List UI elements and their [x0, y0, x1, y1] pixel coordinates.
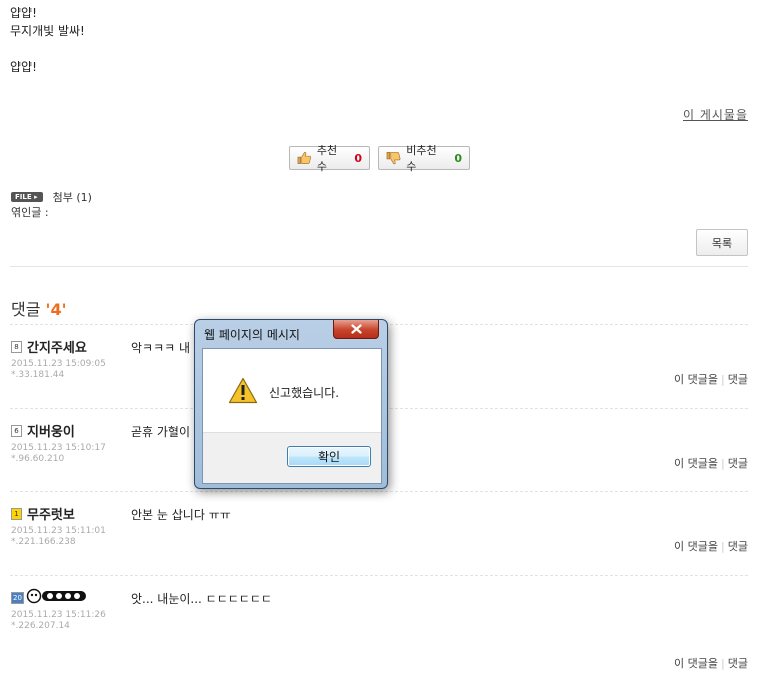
reply-link[interactable]: 댓글: [728, 657, 748, 670]
divider: [10, 266, 748, 267]
comment-date: 2015.11.23 15:10:17: [11, 443, 106, 453]
post-body: 얍얍! 무지개빛 발싸! 얍얍!: [10, 4, 85, 76]
alert-dialog: 웹 페이지의 메시지 신고했습니다. 확인: [194, 319, 388, 489]
comment-author[interactable]: 지버웅이: [27, 421, 75, 440]
comment-author[interactable]: 무주럿보: [27, 504, 75, 523]
recommend-count: 0: [354, 151, 362, 165]
comment-actions: 이 댓글을 | 댓글: [674, 657, 748, 670]
reply-link[interactable]: 댓글: [728, 373, 748, 386]
comment-ip: *.33.181.44: [11, 370, 65, 380]
comment-date: 2015.11.23 15:09:05: [11, 359, 106, 369]
thumbs-up-icon: [297, 151, 311, 164]
level-icon: 20: [11, 592, 24, 604]
dialog-message: 신고했습니다.: [269, 386, 340, 400]
dialog-body: 신고했습니다. 확인: [202, 348, 382, 484]
not-recommend-count: 0: [454, 151, 462, 165]
comment-menu-link[interactable]: 이 댓글을: [674, 540, 718, 553]
thumbs-down-icon: [386, 151, 401, 165]
comment-ip: *.226.207.14: [11, 621, 70, 631]
post-line: 얍얍!: [10, 6, 37, 20]
comment-ip: *.96.60.210: [11, 454, 65, 464]
ok-button[interactable]: 확인: [287, 446, 371, 467]
comment-text: 앗... 내눈이... ㄷㄷㄷㄷㄷㄷ: [131, 592, 272, 606]
comment-text: 안본 눈 삽니다 ㅠㅠ: [131, 508, 231, 522]
comment-text: 곧휴 가혈이: [131, 425, 191, 439]
list-button[interactable]: 목록: [696, 229, 748, 256]
dialog-title: 웹 페이지의 메시지: [204, 328, 300, 342]
level-icon: 8: [11, 341, 22, 353]
comment-date: 2015.11.23 15:11:26: [11, 610, 106, 620]
reply-link[interactable]: 댓글: [728, 540, 748, 553]
comment-item: 20 2015.11.23 15:11:26 *.226.207.14 앗...…: [10, 575, 748, 670]
comment-item: 1 무주럿보 2015.11.23 15:11:01 *.221.166.238…: [10, 491, 748, 576]
not-recommend-label: 비추천 수: [406, 144, 437, 173]
recommend-label: 추천 수: [316, 144, 338, 173]
comment-ip: *.221.166.238: [11, 537, 76, 547]
level-icon: 6: [11, 425, 22, 437]
comment-count: '4': [45, 300, 67, 319]
post-line: [10, 40, 85, 58]
comment-actions: 이 댓글을 | 댓글: [674, 373, 748, 386]
close-button[interactable]: [333, 320, 379, 339]
warning-icon: [228, 377, 258, 404]
not-recommend-button[interactable]: 비추천 수 0: [378, 144, 470, 173]
post-line: 얍얍!: [10, 60, 37, 74]
recommend-button[interactable]: 추천 수 0: [289, 144, 370, 173]
comment-date: 2015.11.23 15:11:01: [11, 526, 106, 536]
nickname-image-icon[interactable]: [26, 588, 88, 604]
comment-actions: 이 댓글을 | 댓글: [674, 540, 748, 553]
trackback-label: 엮인글 :: [11, 206, 49, 219]
post-line: 무지개빛 발싸!: [10, 24, 85, 38]
comment-author[interactable]: 간지주세요: [27, 337, 87, 356]
reply-link[interactable]: 댓글: [728, 457, 748, 470]
level-icon: 1: [11, 508, 22, 520]
comment-menu-link[interactable]: 이 댓글을: [674, 373, 718, 386]
comments-title: 댓글 '4': [11, 300, 67, 319]
comment-menu-link[interactable]: 이 댓글을: [674, 457, 718, 470]
file-badge: FILE ▸: [11, 192, 43, 202]
dialog-footer: 확인: [203, 432, 381, 483]
comment-actions: 이 댓글을 | 댓글: [674, 457, 748, 470]
comment-menu-link[interactable]: 이 댓글을: [674, 657, 718, 670]
board-link[interactable]: 이 게시물을: [683, 106, 748, 123]
close-icon: [350, 324, 362, 334]
attachment-row[interactable]: FILE ▸ 첨부 (1): [11, 189, 92, 205]
comment-text: 악ㅋㅋㅋ 내: [131, 341, 191, 355]
attachment-label[interactable]: 첨부 (1): [53, 189, 92, 205]
